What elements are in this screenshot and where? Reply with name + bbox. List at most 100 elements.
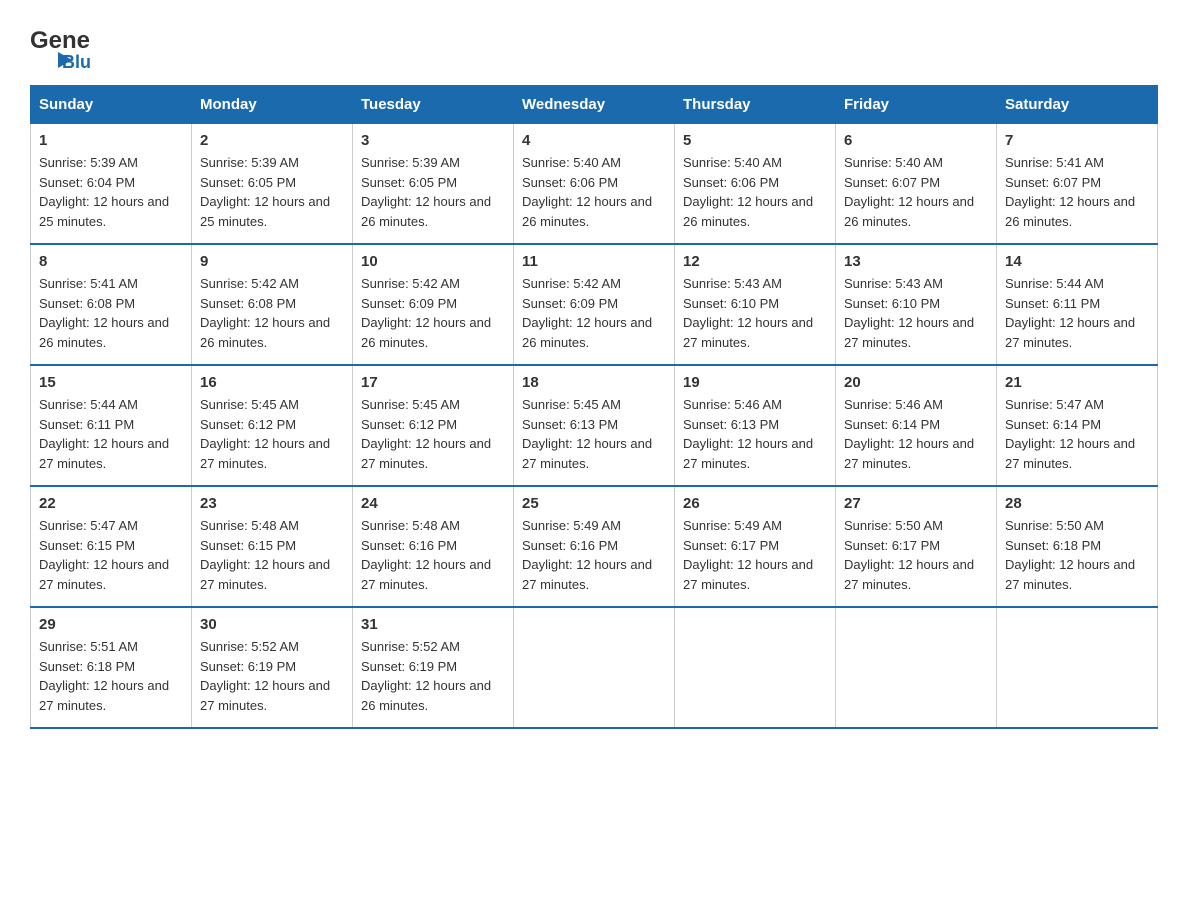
day-number: 31 (361, 616, 505, 633)
day-number: 15 (39, 374, 183, 391)
day-info: Sunrise: 5:52 AMSunset: 6:19 PMDaylight:… (361, 637, 505, 715)
calendar-cell: 22 Sunrise: 5:47 AMSunset: 6:15 PMDaylig… (31, 486, 192, 607)
calendar-cell: 15 Sunrise: 5:44 AMSunset: 6:11 PMDaylig… (31, 365, 192, 486)
day-number: 5 (683, 132, 827, 149)
day-info: Sunrise: 5:40 AMSunset: 6:07 PMDaylight:… (844, 153, 988, 231)
weekday-header-friday: Friday (836, 86, 997, 124)
day-number: 13 (844, 253, 988, 270)
day-info: Sunrise: 5:40 AMSunset: 6:06 PMDaylight:… (683, 153, 827, 231)
day-info: Sunrise: 5:45 AMSunset: 6:12 PMDaylight:… (200, 395, 344, 473)
calendar-cell: 2 Sunrise: 5:39 AMSunset: 6:05 PMDayligh… (192, 124, 353, 245)
calendar-cell: 9 Sunrise: 5:42 AMSunset: 6:08 PMDayligh… (192, 244, 353, 365)
day-info: Sunrise: 5:44 AMSunset: 6:11 PMDaylight:… (39, 395, 183, 473)
weekday-header-monday: Monday (192, 86, 353, 124)
day-info: Sunrise: 5:46 AMSunset: 6:14 PMDaylight:… (844, 395, 988, 473)
calendar-cell: 24 Sunrise: 5:48 AMSunset: 6:16 PMDaylig… (353, 486, 514, 607)
day-info: Sunrise: 5:39 AMSunset: 6:05 PMDaylight:… (200, 153, 344, 231)
day-info: Sunrise: 5:42 AMSunset: 6:09 PMDaylight:… (361, 274, 505, 352)
day-number: 28 (1005, 495, 1149, 512)
day-number: 7 (1005, 132, 1149, 149)
day-number: 2 (200, 132, 344, 149)
calendar-cell: 14 Sunrise: 5:44 AMSunset: 6:11 PMDaylig… (997, 244, 1158, 365)
day-info: Sunrise: 5:52 AMSunset: 6:19 PMDaylight:… (200, 637, 344, 715)
day-info: Sunrise: 5:45 AMSunset: 6:13 PMDaylight:… (522, 395, 666, 473)
calendar-week-3: 15 Sunrise: 5:44 AMSunset: 6:11 PMDaylig… (31, 365, 1158, 486)
day-number: 14 (1005, 253, 1149, 270)
calendar-cell: 28 Sunrise: 5:50 AMSunset: 6:18 PMDaylig… (997, 486, 1158, 607)
day-number: 27 (844, 495, 988, 512)
day-info: Sunrise: 5:43 AMSunset: 6:10 PMDaylight:… (683, 274, 827, 352)
logo-icon: General Blue (30, 20, 90, 75)
calendar-cell: 18 Sunrise: 5:45 AMSunset: 6:13 PMDaylig… (514, 365, 675, 486)
svg-text:Blue: Blue (62, 52, 90, 72)
calendar-cell: 13 Sunrise: 5:43 AMSunset: 6:10 PMDaylig… (836, 244, 997, 365)
weekday-header-sunday: Sunday (31, 86, 192, 124)
day-number: 20 (844, 374, 988, 391)
day-info: Sunrise: 5:39 AMSunset: 6:05 PMDaylight:… (361, 153, 505, 231)
day-number: 8 (39, 253, 183, 270)
calendar-cell: 8 Sunrise: 5:41 AMSunset: 6:08 PMDayligh… (31, 244, 192, 365)
day-info: Sunrise: 5:47 AMSunset: 6:15 PMDaylight:… (39, 516, 183, 594)
calendar-table: SundayMondayTuesdayWednesdayThursdayFrid… (30, 85, 1158, 729)
day-info: Sunrise: 5:50 AMSunset: 6:18 PMDaylight:… (1005, 516, 1149, 594)
day-number: 1 (39, 132, 183, 149)
svg-text:General: General (30, 27, 90, 54)
day-number: 24 (361, 495, 505, 512)
day-number: 30 (200, 616, 344, 633)
calendar-cell: 1 Sunrise: 5:39 AMSunset: 6:04 PMDayligh… (31, 124, 192, 245)
calendar-cell (675, 607, 836, 728)
weekday-header-wednesday: Wednesday (514, 86, 675, 124)
day-number: 10 (361, 253, 505, 270)
weekday-header-saturday: Saturday (997, 86, 1158, 124)
calendar-week-5: 29 Sunrise: 5:51 AMSunset: 6:18 PMDaylig… (31, 607, 1158, 728)
calendar-cell: 10 Sunrise: 5:42 AMSunset: 6:09 PMDaylig… (353, 244, 514, 365)
day-number: 21 (1005, 374, 1149, 391)
day-info: Sunrise: 5:45 AMSunset: 6:12 PMDaylight:… (361, 395, 505, 473)
day-info: Sunrise: 5:46 AMSunset: 6:13 PMDaylight:… (683, 395, 827, 473)
calendar-cell: 7 Sunrise: 5:41 AMSunset: 6:07 PMDayligh… (997, 124, 1158, 245)
day-number: 29 (39, 616, 183, 633)
day-info: Sunrise: 5:43 AMSunset: 6:10 PMDaylight:… (844, 274, 988, 352)
calendar-cell (836, 607, 997, 728)
day-info: Sunrise: 5:44 AMSunset: 6:11 PMDaylight:… (1005, 274, 1149, 352)
day-info: Sunrise: 5:48 AMSunset: 6:15 PMDaylight:… (200, 516, 344, 594)
day-info: Sunrise: 5:49 AMSunset: 6:16 PMDaylight:… (522, 516, 666, 594)
weekday-header-tuesday: Tuesday (353, 86, 514, 124)
day-number: 11 (522, 253, 666, 270)
day-info: Sunrise: 5:50 AMSunset: 6:17 PMDaylight:… (844, 516, 988, 594)
calendar-cell: 25 Sunrise: 5:49 AMSunset: 6:16 PMDaylig… (514, 486, 675, 607)
day-info: Sunrise: 5:40 AMSunset: 6:06 PMDaylight:… (522, 153, 666, 231)
day-info: Sunrise: 5:48 AMSunset: 6:16 PMDaylight:… (361, 516, 505, 594)
calendar-cell: 26 Sunrise: 5:49 AMSunset: 6:17 PMDaylig… (675, 486, 836, 607)
day-info: Sunrise: 5:41 AMSunset: 6:07 PMDaylight:… (1005, 153, 1149, 231)
calendar-cell: 21 Sunrise: 5:47 AMSunset: 6:14 PMDaylig… (997, 365, 1158, 486)
calendar-cell: 20 Sunrise: 5:46 AMSunset: 6:14 PMDaylig… (836, 365, 997, 486)
day-number: 4 (522, 132, 666, 149)
day-number: 22 (39, 495, 183, 512)
calendar-cell: 31 Sunrise: 5:52 AMSunset: 6:19 PMDaylig… (353, 607, 514, 728)
day-info: Sunrise: 5:49 AMSunset: 6:17 PMDaylight:… (683, 516, 827, 594)
calendar-cell: 27 Sunrise: 5:50 AMSunset: 6:17 PMDaylig… (836, 486, 997, 607)
calendar-cell: 29 Sunrise: 5:51 AMSunset: 6:18 PMDaylig… (31, 607, 192, 728)
calendar-cell (514, 607, 675, 728)
calendar-cell: 11 Sunrise: 5:42 AMSunset: 6:09 PMDaylig… (514, 244, 675, 365)
calendar-cell: 23 Sunrise: 5:48 AMSunset: 6:15 PMDaylig… (192, 486, 353, 607)
day-info: Sunrise: 5:42 AMSunset: 6:08 PMDaylight:… (200, 274, 344, 352)
day-number: 9 (200, 253, 344, 270)
day-number: 19 (683, 374, 827, 391)
day-info: Sunrise: 5:42 AMSunset: 6:09 PMDaylight:… (522, 274, 666, 352)
calendar-cell: 19 Sunrise: 5:46 AMSunset: 6:13 PMDaylig… (675, 365, 836, 486)
calendar-week-4: 22 Sunrise: 5:47 AMSunset: 6:15 PMDaylig… (31, 486, 1158, 607)
calendar-cell: 30 Sunrise: 5:52 AMSunset: 6:19 PMDaylig… (192, 607, 353, 728)
day-info: Sunrise: 5:39 AMSunset: 6:04 PMDaylight:… (39, 153, 183, 231)
calendar-cell: 16 Sunrise: 5:45 AMSunset: 6:12 PMDaylig… (192, 365, 353, 486)
day-number: 25 (522, 495, 666, 512)
day-number: 26 (683, 495, 827, 512)
day-number: 3 (361, 132, 505, 149)
day-info: Sunrise: 5:51 AMSunset: 6:18 PMDaylight:… (39, 637, 183, 715)
day-number: 17 (361, 374, 505, 391)
calendar-cell: 17 Sunrise: 5:45 AMSunset: 6:12 PMDaylig… (353, 365, 514, 486)
calendar-cell: 12 Sunrise: 5:43 AMSunset: 6:10 PMDaylig… (675, 244, 836, 365)
calendar-cell: 6 Sunrise: 5:40 AMSunset: 6:07 PMDayligh… (836, 124, 997, 245)
calendar-cell: 4 Sunrise: 5:40 AMSunset: 6:06 PMDayligh… (514, 124, 675, 245)
